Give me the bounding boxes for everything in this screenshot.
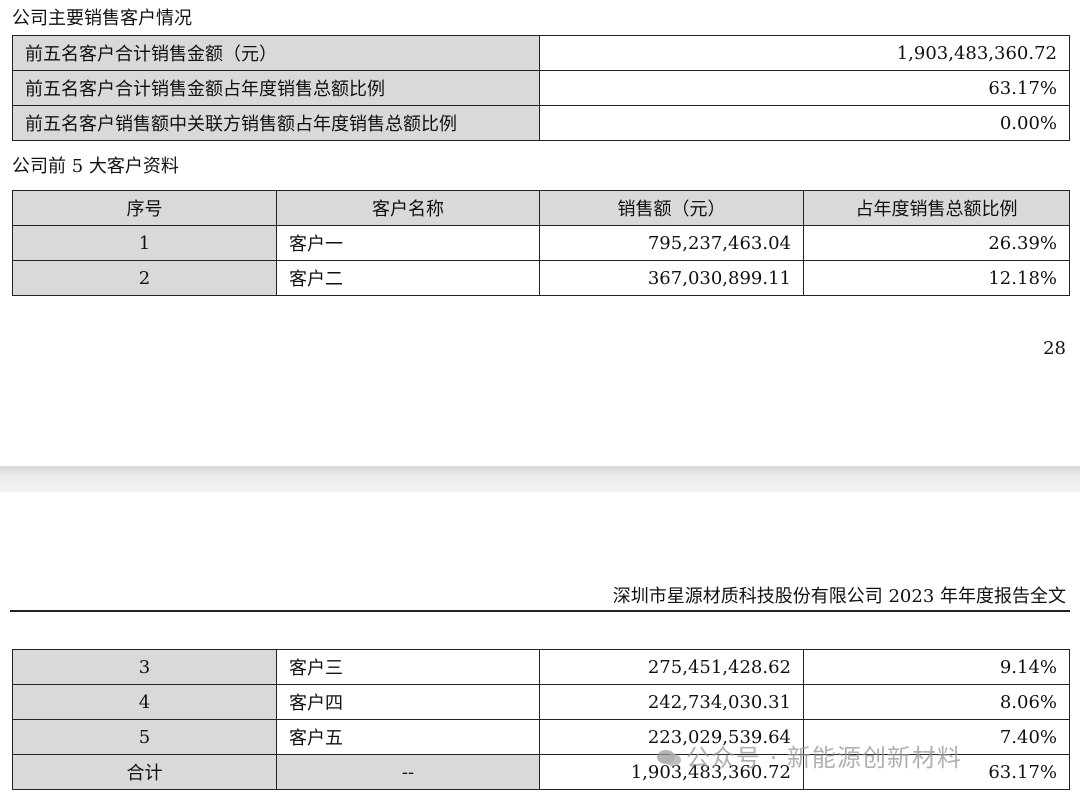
watermark: 公众号 · 新能源创新材料 <box>656 738 962 773</box>
summary-row: 前五名客户合计销售金额占年度销售总额比例 63.17% <box>12 70 1070 106</box>
summary-label: 前五名客户销售额中关联方销售额占年度销售总额比例 <box>12 105 540 141</box>
row-no: 5 <box>12 719 277 755</box>
page-gap <box>0 466 1080 492</box>
row-amount: 795,237,463.04 <box>539 225 804 261</box>
total-name: -- <box>276 754 540 790</box>
header-amount: 销售额（元） <box>539 190 804 226</box>
watermark-text: 公众号 · 新能源创新材料 <box>686 744 962 772</box>
header-name: 客户名称 <box>276 190 540 226</box>
summary-row: 前五名客户合计销售金额（元） 1,903,483,360.72 <box>12 35 1070 71</box>
row-name: 客户一 <box>276 225 540 261</box>
wechat-icon <box>657 750 681 766</box>
row-no: 1 <box>12 225 277 261</box>
row-pct: 8.06% <box>803 684 1070 720</box>
header-pct: 占年度销售总额比例 <box>803 190 1070 226</box>
total-label: 合计 <box>12 754 277 790</box>
row-name: 客户三 <box>276 649 540 685</box>
table-row: 1 客户一 795,237,463.04 26.39% <box>12 225 1070 261</box>
row-no: 2 <box>12 260 277 296</box>
row-name: 客户二 <box>276 260 540 296</box>
summary-value: 1,903,483,360.72 <box>539 35 1070 71</box>
row-amount: 242,734,030.31 <box>539 684 804 720</box>
header-rule <box>10 610 1070 612</box>
row-no: 4 <box>12 684 277 720</box>
row-pct: 26.39% <box>803 225 1070 261</box>
summary-row: 前五名客户销售额中关联方销售额占年度销售总额比例 0.00% <box>12 105 1070 141</box>
row-name: 客户四 <box>276 684 540 720</box>
top5-title: 公司前 5 大客户资料 <box>12 156 179 177</box>
summary-value: 0.00% <box>539 105 1070 141</box>
table-row: 3 客户三 275,451,428.62 9.14% <box>12 649 1070 685</box>
summary-label: 前五名客户合计销售金额（元） <box>12 35 540 71</box>
report-header: 深圳市星源材质科技股份有限公司 2023 年年度报告全文 <box>612 586 1066 607</box>
header-no: 序号 <box>12 190 277 226</box>
row-pct: 9.14% <box>803 649 1070 685</box>
summary-label: 前五名客户合计销售金额占年度销售总额比例 <box>12 70 540 106</box>
summary-value: 63.17% <box>539 70 1070 106</box>
row-pct: 12.18% <box>803 260 1070 296</box>
row-amount: 275,451,428.62 <box>539 649 804 685</box>
row-amount: 367,030,899.11 <box>539 260 804 296</box>
page-number: 28 <box>1043 338 1066 359</box>
section-title: 公司主要销售客户情况 <box>12 8 192 29</box>
table-header-row: 序号 客户名称 销售额（元） 占年度销售总额比例 <box>12 190 1070 226</box>
top5-table-page1: 序号 客户名称 销售额（元） 占年度销售总额比例 1 客户一 795,237,4… <box>12 190 1070 296</box>
summary-table: 前五名客户合计销售金额（元） 1,903,483,360.72 前五名客户合计销… <box>12 35 1070 141</box>
row-no: 3 <box>12 649 277 685</box>
row-name: 客户五 <box>276 719 540 755</box>
table-row: 4 客户四 242,734,030.31 8.06% <box>12 684 1070 720</box>
table-row: 2 客户二 367,030,899.11 12.18% <box>12 260 1070 296</box>
